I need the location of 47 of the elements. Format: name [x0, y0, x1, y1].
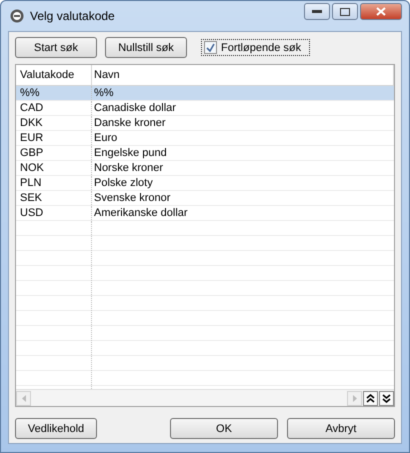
checkbox-label: Fortløpende søk	[221, 42, 302, 54]
table-cell-text: %%	[93, 86, 115, 100]
table-row[interactable]: DKK Danske kroner	[16, 116, 394, 131]
app-icon	[10, 9, 24, 23]
table-cell: USD	[16, 206, 92, 220]
horizontal-scrollbar[interactable]	[16, 389, 394, 406]
page-down-icon[interactable]	[379, 390, 394, 406]
close-icon	[376, 7, 386, 16]
dialog-button[interactable]: OK	[170, 418, 278, 439]
table-row[interactable]: CAD Canadiske dollar	[16, 101, 394, 116]
table-cell-text: Danske kroner	[93, 116, 167, 130]
table-cell: PLN	[16, 176, 92, 190]
maximize-icon	[340, 8, 350, 16]
table-cell: EUR	[16, 131, 92, 145]
page-up-icon[interactable]	[363, 390, 378, 406]
column-header[interactable]: Valutakode	[16, 65, 92, 85]
window-title: Velg valutakode	[30, 9, 116, 23]
maintenance-button[interactable]: Vedlikehold	[15, 418, 97, 439]
minimize-button[interactable]	[304, 3, 330, 20]
table-row[interactable]: SEK Svenske kronor	[16, 191, 394, 206]
minimize-icon	[312, 10, 322, 14]
table-cell: CAD	[16, 101, 92, 115]
toolbar-button[interactable]: Start søk	[15, 37, 97, 58]
table-cell: NOK	[16, 161, 92, 175]
table-cell: %%	[16, 86, 92, 100]
table-row[interactable]: EUR Euro	[16, 131, 394, 146]
table-row[interactable]: NOK Norske kroner	[16, 161, 394, 176]
table-cell-text: Svenske kronor	[93, 191, 172, 205]
table-cell-text: Engelske pund	[93, 146, 168, 160]
column-header[interactable]: Navn	[92, 65, 394, 85]
dialog-button[interactable]: Avbryt	[287, 418, 395, 439]
table-cell-text: Euro	[93, 131, 118, 145]
table-row[interactable]: PLN Polske zloty	[16, 176, 394, 191]
table-cell-text: Norske kroner	[93, 161, 164, 175]
maximize-button[interactable]	[332, 3, 358, 20]
table-cell-text: Polske zloty	[93, 176, 154, 190]
table-row[interactable]: %% %%	[16, 86, 394, 101]
continuous-search-checkbox[interactable]: Fortløpende søk	[201, 39, 310, 56]
table-cell: GBP	[16, 146, 92, 160]
table-cell-text: Amerikanske dollar	[93, 206, 189, 220]
table-cell-text: Canadiske dollar	[93, 101, 177, 115]
table-cell: DKK	[16, 116, 92, 130]
checkbox[interactable]	[204, 41, 217, 54]
toolbar-button[interactable]: Nullstill søk	[105, 37, 187, 58]
table-row[interactable]: GBP Engelske pund	[16, 146, 394, 161]
table-cell: SEK	[16, 191, 92, 205]
close-button[interactable]	[360, 3, 402, 20]
